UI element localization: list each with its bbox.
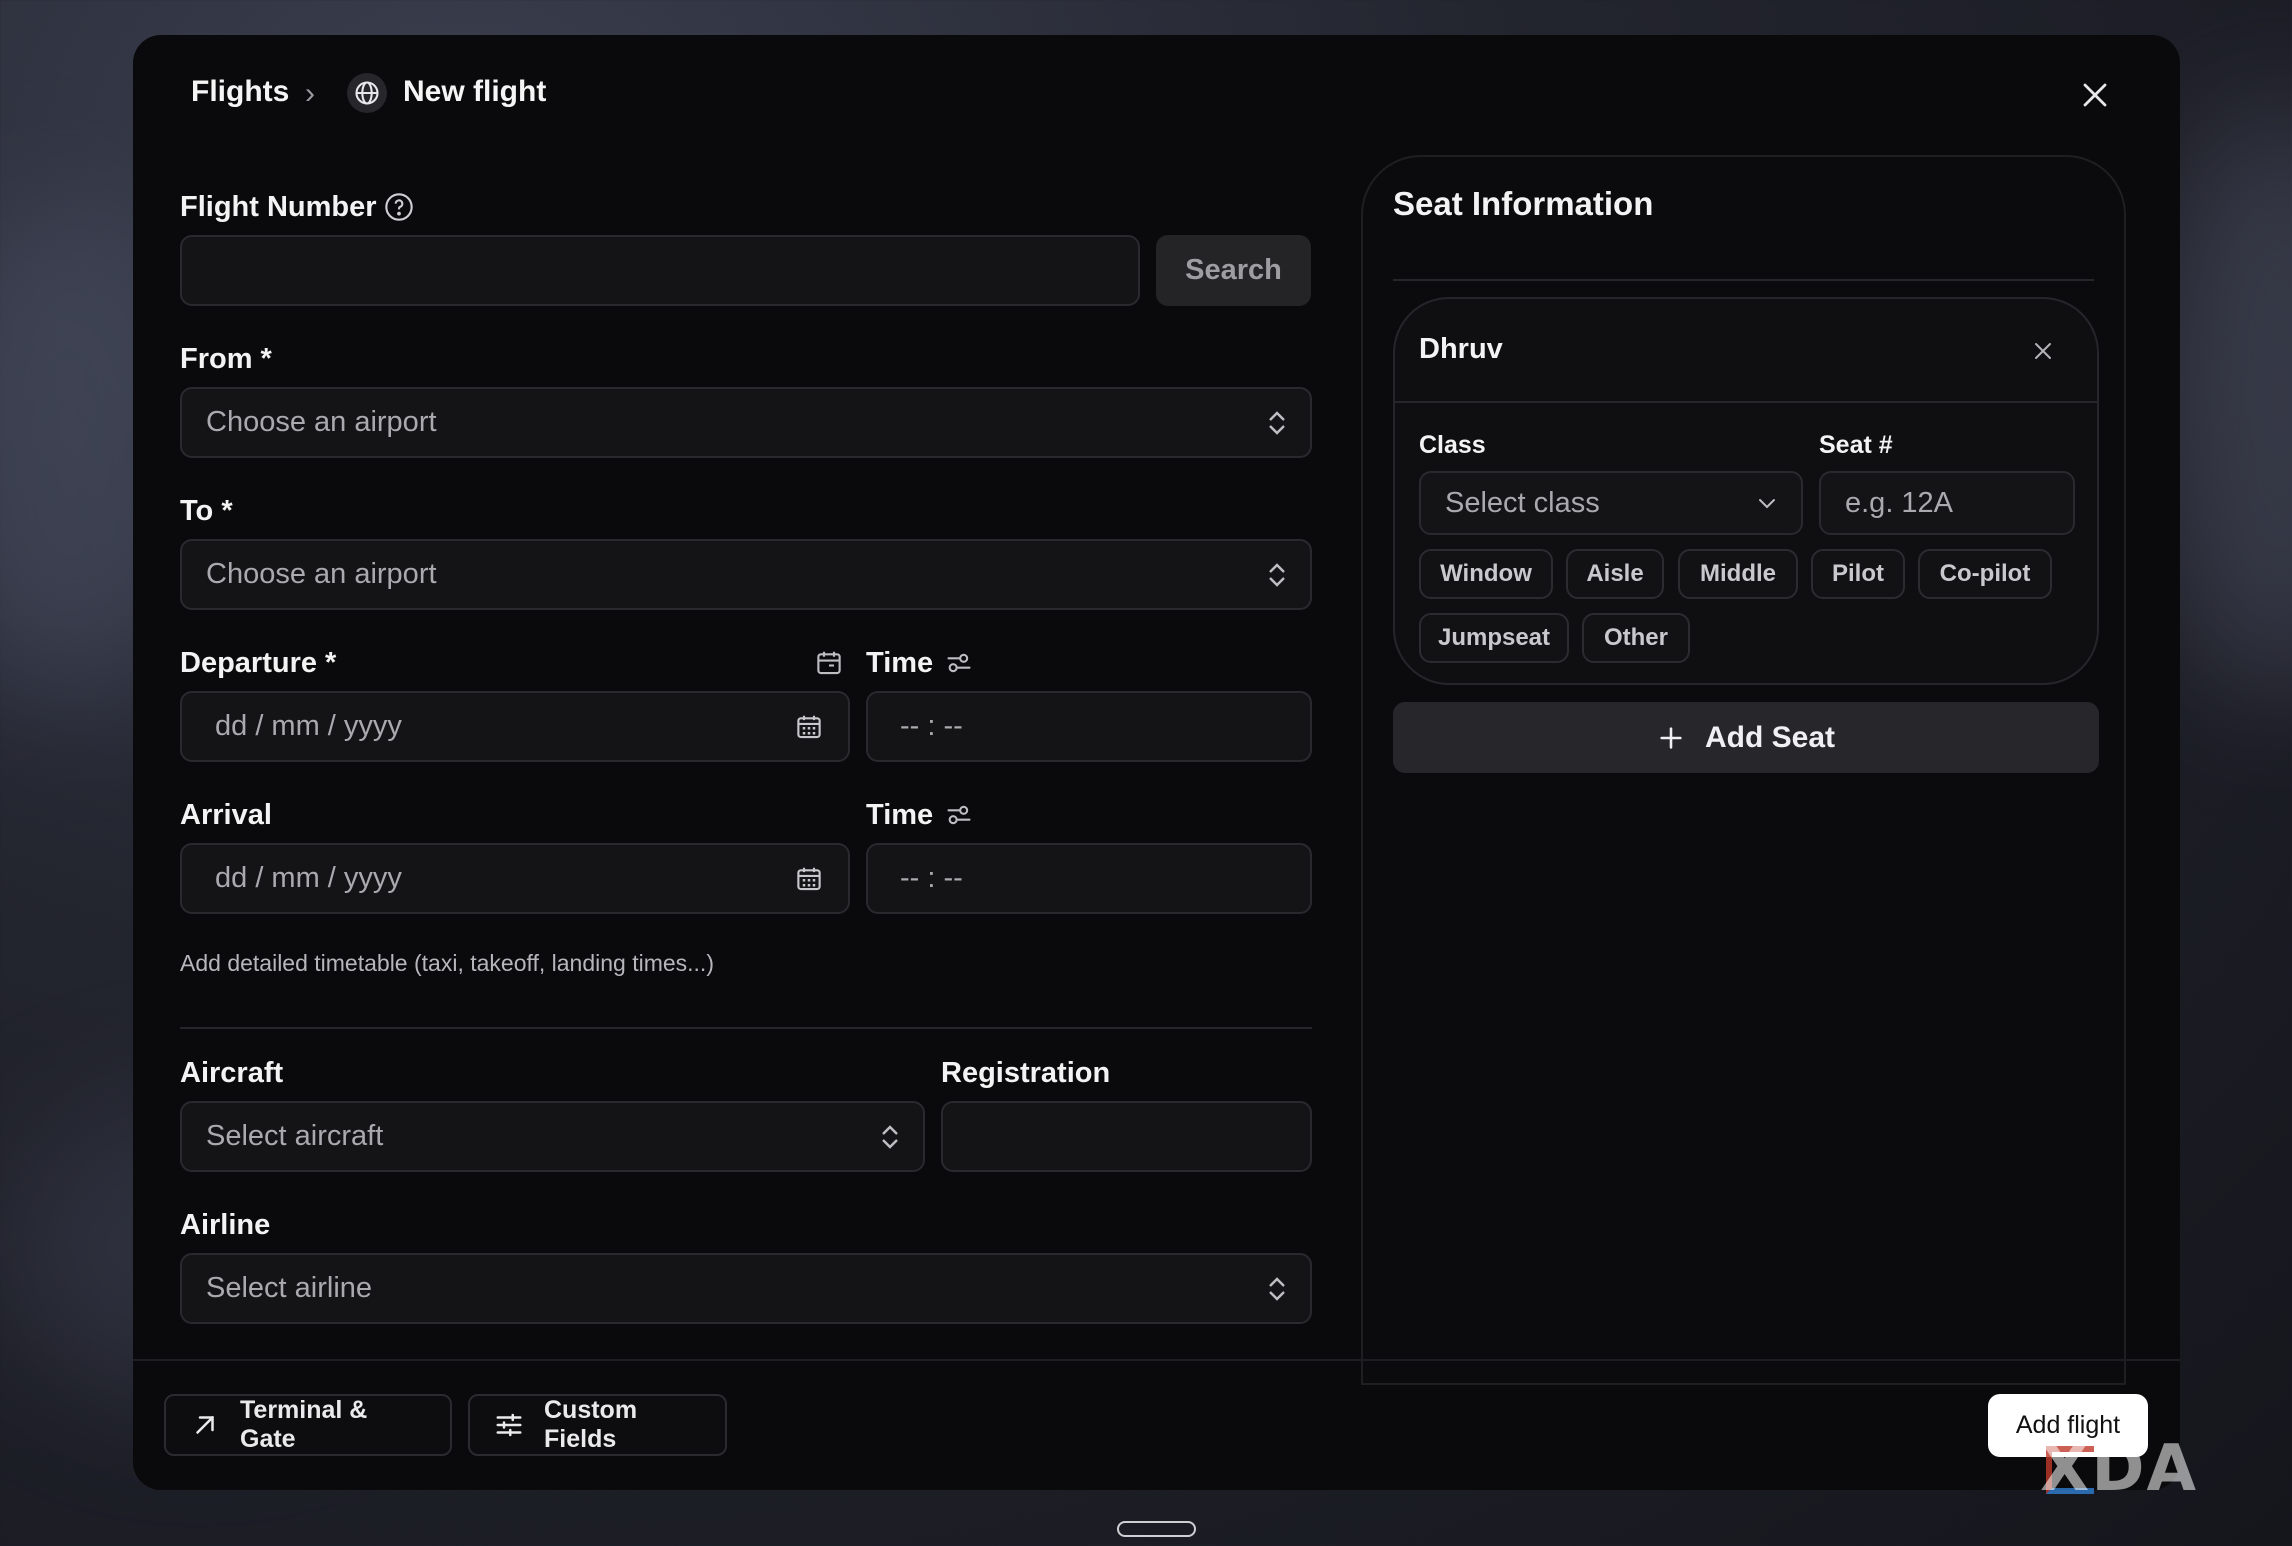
aircraft-label: Aircraft <box>180 1057 284 1089</box>
search-button[interactable]: Search <box>1156 235 1311 306</box>
close-icon[interactable] <box>2025 333 2061 369</box>
calendar-icon[interactable] <box>814 648 844 678</box>
terminal-gate-button[interactable]: Terminal & Gate <box>164 1394 452 1456</box>
seat-type-pilot[interactable]: Pilot <box>1811 549 1905 599</box>
add-seat-label: Add Seat <box>1704 720 1836 754</box>
dialog-header: Flights › New flight <box>133 35 2180 155</box>
aircraft-select[interactable]: Select aircraft <box>180 1101 925 1172</box>
class-label: Class <box>1419 431 1486 459</box>
seat-information-title: Seat Information <box>1393 185 1654 222</box>
close-icon[interactable] <box>2073 73 2117 117</box>
registration-label: Registration <box>941 1057 1111 1089</box>
registration-input[interactable] <box>941 1101 1312 1172</box>
seat-type-middle[interactable]: Middle <box>1678 549 1798 599</box>
chevron-updown-icon <box>1266 1274 1288 1304</box>
passenger-name: Dhruv <box>1419 333 1503 365</box>
settings-sliders-icon <box>494 1410 524 1440</box>
chevron-updown-icon <box>1266 408 1288 438</box>
departure-label: Departure * <box>180 647 337 679</box>
seat-type-aisle[interactable]: Aisle <box>1566 549 1664 599</box>
terminal-gate-label: Terminal & Gate <box>240 1396 368 1453</box>
footer-divider <box>133 1359 2180 1361</box>
sliders-icon[interactable] <box>945 801 973 829</box>
airline-select[interactable]: Select airline <box>180 1253 1312 1324</box>
arrival-date-input[interactable]: dd / mm / yyyy <box>180 843 850 914</box>
seat-number-input[interactable]: e.g. 12A <box>1819 471 2075 535</box>
arrival-label: Arrival <box>180 799 272 831</box>
departure-date-placeholder: dd / mm / yyyy <box>215 710 402 742</box>
seat-type-co-pilot[interactable]: Co-pilot <box>1918 549 2052 599</box>
from-placeholder: Choose an airport <box>206 406 437 438</box>
seat-card: Dhruv Class Seat # Select class e.g. 12A… <box>1393 297 2099 685</box>
seat-information-panel: Seat Information Dhruv Class Seat # Sele… <box>1361 155 2126 1385</box>
calendar-icon[interactable] <box>794 712 824 742</box>
seat-type-jumpseat[interactable]: Jumpseat <box>1419 613 1569 663</box>
to-placeholder: Choose an airport <box>206 558 437 590</box>
add-timetable-link[interactable]: Add detailed timetable (taxi, takeoff, l… <box>180 950 714 977</box>
calendar-icon[interactable] <box>794 864 824 894</box>
from-label: From * <box>180 343 272 375</box>
chevron-updown-icon <box>879 1122 901 1152</box>
new-flight-dialog: Flights › New flight Flight Number Searc… <box>133 35 2180 1490</box>
arrival-time-label: Time <box>866 799 934 831</box>
globe-icon <box>347 73 387 113</box>
departure-time-input[interactable]: -- : -- <box>866 691 1312 762</box>
flight-number-label: Flight Number <box>180 191 377 223</box>
custom-fields-button[interactable]: Custom Fields <box>468 1394 727 1456</box>
arrival-time-input[interactable]: -- : -- <box>866 843 1312 914</box>
divider <box>180 1027 1312 1029</box>
seat-number-label: Seat # <box>1819 431 1893 459</box>
airline-placeholder: Select airline <box>206 1272 373 1304</box>
breadcrumb-flights[interactable]: Flights <box>191 75 289 109</box>
to-airport-select[interactable]: Choose an airport <box>180 539 1312 610</box>
arrow-up-right-icon <box>190 1410 220 1440</box>
flight-number-input[interactable] <box>180 235 1140 306</box>
airline-label: Airline <box>180 1209 271 1241</box>
help-icon[interactable] <box>383 191 415 223</box>
plus-icon <box>1657 724 1685 752</box>
seat-type-window[interactable]: Window <box>1419 549 1553 599</box>
chevron-updown-icon <box>1266 560 1288 590</box>
divider <box>1393 279 2094 281</box>
aircraft-placeholder: Select aircraft <box>206 1120 384 1152</box>
departure-date-input[interactable]: dd / mm / yyyy <box>180 691 850 762</box>
class-placeholder: Select class <box>1445 486 1600 519</box>
breadcrumb-separator: › <box>305 77 315 110</box>
class-select[interactable]: Select class <box>1419 471 1803 535</box>
from-airport-select[interactable]: Choose an airport <box>180 387 1312 458</box>
home-indicator[interactable] <box>1117 1521 1196 1537</box>
seat-card-header: Dhruv <box>1395 299 2097 403</box>
chevron-down-icon <box>1755 491 1779 515</box>
to-label: To * <box>180 495 233 527</box>
custom-fields-label: Custom Fields <box>544 1396 638 1453</box>
arrival-date-placeholder: dd / mm / yyyy <box>215 862 402 894</box>
sliders-icon[interactable] <box>945 649 973 677</box>
add-seat-button[interactable]: Add Seat <box>1393 702 2099 773</box>
seat-type-other[interactable]: Other <box>1582 613 1690 663</box>
page-title: New flight <box>403 75 547 108</box>
departure-time-label: Time <box>866 647 934 679</box>
watermark-text: XDA <box>2040 1432 2198 1506</box>
